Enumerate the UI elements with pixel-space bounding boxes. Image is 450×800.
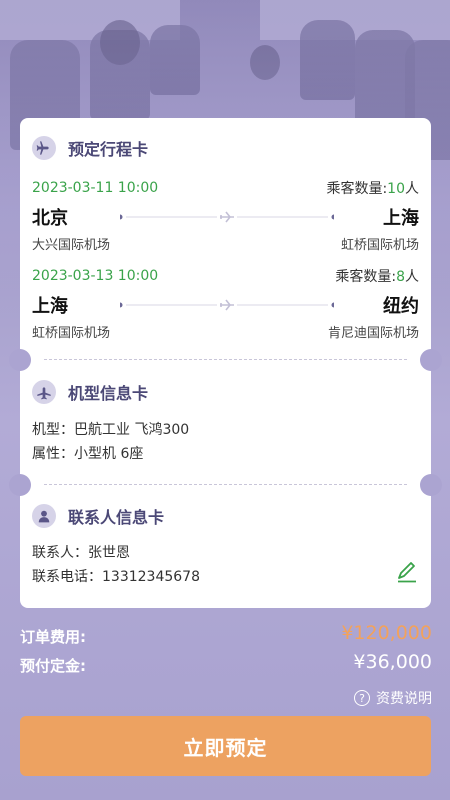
route-line-icon: [120, 211, 334, 223]
flight-segment-2: 2023-03-13 10:00 乘客数量:8人 上海 纽约 虹桥国际机场 肯尼…: [32, 266, 419, 341]
passenger-count: 乘客数量:8人: [335, 269, 419, 285]
section-divider: [44, 484, 407, 485]
flight-datetime: 2023-03-11 10:00: [32, 180, 159, 196]
contact-section-title: 联系人信息卡: [32, 504, 164, 528]
arrival-city: 纽约: [383, 296, 419, 317]
itinerary-section-title: 预定行程卡: [32, 136, 148, 160]
ticket-notch-left: [9, 349, 31, 371]
arrival-airport: 虹桥国际机场: [340, 238, 419, 253]
deposit-label: 预付定金:: [20, 657, 86, 675]
person-icon: [32, 504, 56, 528]
contact-info: 联系人：张世恩 联系电话：13312345678: [32, 541, 200, 589]
arrival-airport: 肯尼迪国际机场: [327, 326, 419, 341]
itinerary-title: 预定行程卡: [68, 140, 149, 159]
aircraft-model: 机型：巴航工业 飞鸿300: [32, 422, 190, 438]
fee-help-link[interactable]: ? 资费说明: [354, 688, 432, 708]
flight-segment-1: 2023-03-11 10:00 乘客数量:10人 北京 上海 大兴国际机场 虹…: [32, 178, 419, 253]
question-icon: ?: [354, 690, 370, 706]
aircraft-section-title: 机型信息卡: [32, 380, 148, 404]
airplane-icon: [32, 136, 56, 160]
order-fee-value: ¥120,000: [341, 622, 432, 644]
arrival-city: 上海: [383, 208, 419, 229]
airplane-icon: [32, 380, 56, 404]
contact-name: 联系人：张世恩: [32, 545, 130, 561]
contact-phone: 联系电话：13312345678: [32, 569, 200, 585]
fee-help-label: 资费说明: [376, 691, 432, 707]
ticket-notch-right: [420, 474, 442, 496]
departure-city: 上海: [32, 296, 68, 317]
contact-title: 联系人信息卡: [68, 508, 165, 527]
section-divider: [44, 359, 407, 360]
order-fee-label: 订单费用:: [20, 628, 86, 646]
aircraft-info: 机型：巴航工业 飞鸿300 属性：小型机 6座: [32, 418, 189, 466]
ticket-notch-left: [9, 474, 31, 496]
edit-contact-button[interactable]: [395, 560, 419, 588]
aircraft-attributes: 属性：小型机 6座: [32, 446, 144, 462]
departure-airport: 虹桥国际机场: [32, 326, 111, 341]
pencil-icon: [398, 562, 416, 583]
book-now-button[interactable]: 立即预定: [20, 716, 431, 776]
departure-airport: 大兴国际机场: [32, 238, 111, 253]
flight-datetime: 2023-03-13 10:00: [32, 268, 159, 284]
aircraft-title: 机型信息卡: [68, 384, 149, 403]
ticket-notch-right: [420, 349, 442, 371]
deposit-value: ¥36,000: [353, 651, 432, 673]
booking-card: 预定行程卡 2023-03-11 10:00 乘客数量:10人 北京 上海 大兴…: [9, 118, 442, 608]
route-line-icon: [120, 299, 334, 311]
passenger-count: 乘客数量:10人: [326, 181, 419, 197]
departure-city: 北京: [32, 208, 68, 229]
